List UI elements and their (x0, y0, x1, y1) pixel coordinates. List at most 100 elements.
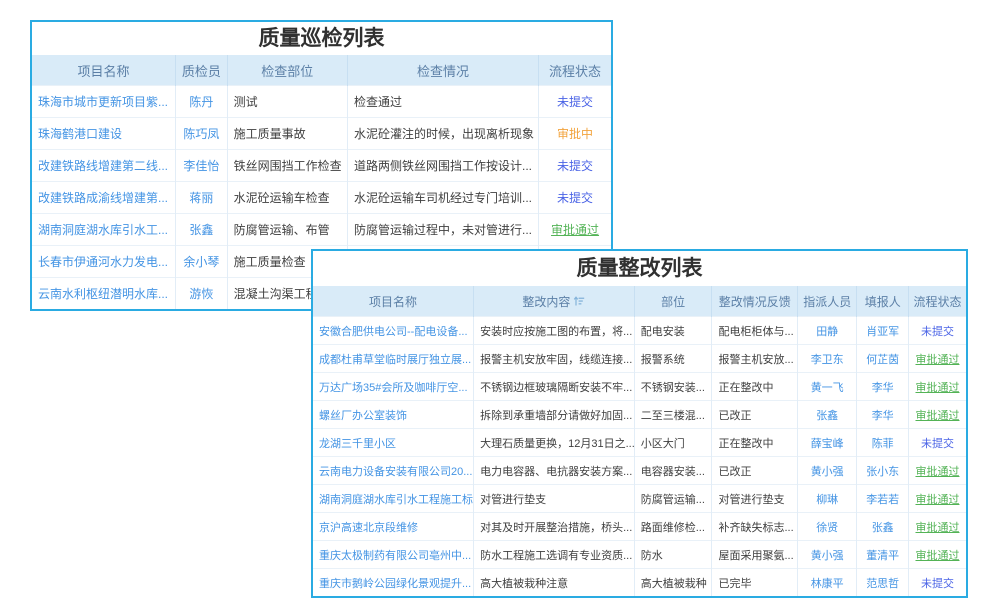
column-header-label: 流程状态 (549, 64, 601, 79)
assignee-link[interactable]: 黄小强 (811, 466, 844, 478)
project-link[interactable]: 成都杜甫草堂临时展厅独立展... (319, 354, 471, 366)
table-cell-status: 审批通过 (908, 513, 966, 541)
status-text[interactable]: 审批通过 (915, 382, 959, 394)
assignee-link[interactable]: 黄一飞 (811, 382, 844, 394)
part-text: 路面维修检... (641, 522, 705, 534)
part-text: 防腐管运输、布管 (234, 223, 330, 237)
table-cell-project: 湖南洞庭湖水库引水工... (32, 214, 176, 246)
table-row: 京沪高速北京段维修对其及时开展整治措施，桥头...路面维修检...补齐缺失标志.… (313, 513, 966, 541)
rectification-table: 项目名称整改内容部位整改情况反馈指派人员填报人流程状态 安徽合肥供电公司--配电… (313, 286, 966, 596)
sort-icon[interactable] (573, 295, 585, 307)
assignee-link[interactable]: 薛宝峰 (811, 438, 844, 450)
table-cell-status: 审批通过 (908, 457, 966, 485)
status-text[interactable]: 审批通过 (915, 466, 959, 478)
table-cell-status: 未提交 (908, 317, 966, 345)
column-header-inspector: 质检员 (176, 55, 228, 86)
reporter-link[interactable]: 董清平 (866, 550, 899, 562)
reporter-link[interactable]: 陈菲 (872, 438, 894, 450)
table-cell-reporter: 肖亚军 (857, 317, 909, 345)
project-link[interactable]: 安徽合肥供电公司--配电设备... (319, 326, 468, 338)
reporter-link[interactable]: 李华 (872, 382, 894, 394)
content-text: 报警主机安放牢固，线缆连接... (480, 354, 632, 366)
feedback-text: 正在整改中 (718, 438, 773, 450)
inspector-link[interactable]: 蒋丽 (189, 191, 213, 205)
table-cell-project: 云南水利枢纽潜明水库... (32, 278, 176, 310)
project-link[interactable]: 长春市伊通河水力发电... (38, 255, 168, 269)
column-header-status: 流程状态 (908, 286, 966, 317)
project-link[interactable]: 重庆太极制药有限公司亳州中... (319, 550, 471, 562)
table-cell-feedback: 对管进行垫支 (712, 485, 798, 513)
assignee-link[interactable]: 张鑫 (816, 410, 838, 422)
table-row: 螺丝厂办公室装饰拆除到承重墙部分请做好加固...二至三楼混...已改正张鑫李华审… (313, 401, 966, 429)
column-header-part: 检查部位 (227, 55, 347, 86)
status-text: 未提交 (557, 95, 593, 109)
assignee-link[interactable]: 李卫东 (811, 354, 844, 366)
status-text[interactable]: 审批通过 (915, 354, 959, 366)
project-link[interactable]: 京沪高速北京段维修 (319, 522, 418, 534)
inspection-table-header: 项目名称质检员检查部位检查情况流程状态 (32, 55, 611, 86)
status-text[interactable]: 审批通过 (915, 550, 959, 562)
assignee-link[interactable]: 徐贤 (816, 522, 838, 534)
reporter-link[interactable]: 张小东 (866, 466, 899, 478)
table-cell-status: 审批通过 (539, 214, 611, 246)
project-link[interactable]: 改建铁路线增建第二线... (38, 159, 168, 173)
inspector-link[interactable]: 陈丹 (189, 95, 213, 109)
inspector-link[interactable]: 陈巧凤 (183, 127, 219, 141)
project-link[interactable]: 云南水利枢纽潜明水库... (38, 287, 168, 301)
table-cell-content: 大理石质量更换，12月31日之... (474, 429, 635, 457)
feedback-text: 补齐缺失标志... (718, 522, 793, 534)
table-cell-situation: 防腐管运输过程中，未对管进行... (348, 214, 539, 246)
situation-text: 检查通过 (354, 95, 402, 109)
header-row: 项目名称整改内容部位整改情况反馈指派人员填报人流程状态 (313, 286, 966, 317)
reporter-link[interactable]: 肖亚军 (866, 326, 899, 338)
inspector-link[interactable]: 余小琴 (183, 255, 219, 269)
project-link[interactable]: 云南电力设备安装有限公司20... (319, 466, 472, 478)
inspector-link[interactable]: 李佳怡 (183, 159, 219, 173)
project-link[interactable]: 龙湖三千里小区 (319, 438, 396, 450)
project-link[interactable]: 重庆市鹅岭公园绿化景观提升... (319, 578, 471, 590)
project-link[interactable]: 湖南洞庭湖水库引水工程施工标 (319, 494, 473, 506)
table-cell-assignee: 黄一飞 (797, 373, 856, 401)
table-cell-content: 不锈钢边框玻璃隔断安装不牢... (474, 373, 635, 401)
column-header-label: 填报人 (865, 295, 901, 309)
table-row: 安徽合肥供电公司--配电设备...安装时应按施工图的布置，将...配电安装配电柜… (313, 317, 966, 345)
content-text: 防水工程施工选调有专业资质... (480, 550, 632, 562)
column-header-status: 流程状态 (539, 55, 611, 86)
reporter-link[interactable]: 张鑫 (872, 522, 894, 534)
table-cell-part: 水泥砼运输车检查 (227, 182, 347, 214)
status-text[interactable]: 审批通过 (915, 494, 959, 506)
table-cell-content: 安装时应按施工图的布置，将... (474, 317, 635, 345)
project-link[interactable]: 珠海鹤港口建设 (38, 127, 122, 141)
status-text[interactable]: 审批通过 (915, 410, 959, 422)
content-text: 高大植被栽种注意 (480, 578, 568, 590)
project-link[interactable]: 万达广场35#会所及咖啡厅空... (319, 382, 468, 394)
project-link[interactable]: 珠海市城市更新项目紫... (38, 95, 168, 109)
table-cell-status: 审批通过 (908, 485, 966, 513)
project-link[interactable]: 螺丝厂办公室装饰 (319, 410, 407, 422)
column-header-project: 项目名称 (32, 55, 176, 86)
feedback-text: 已完毕 (718, 578, 751, 590)
reporter-link[interactable]: 范思哲 (866, 578, 899, 590)
table-cell-content: 电力电容器、电抗器安装方案... (474, 457, 635, 485)
table-cell-inspector: 李佳怡 (176, 150, 228, 182)
assignee-link[interactable]: 柳琳 (816, 494, 838, 506)
inspector-link[interactable]: 张鑫 (189, 223, 213, 237)
table-cell-part: 二至三楼混... (634, 401, 712, 429)
status-text[interactable]: 审批通过 (551, 223, 599, 237)
inspector-link[interactable]: 游恢 (189, 287, 213, 301)
table-row: 万达广场35#会所及咖啡厅空...不锈钢边框玻璃隔断安装不牢...不锈钢安装..… (313, 373, 966, 401)
column-header-reporter: 填报人 (857, 286, 909, 317)
status-text[interactable]: 审批通过 (915, 522, 959, 534)
reporter-link[interactable]: 李若若 (866, 494, 899, 506)
project-link[interactable]: 改建铁路成渝线增建第... (38, 191, 168, 205)
project-link[interactable]: 湖南洞庭湖水库引水工... (38, 223, 168, 237)
reporter-link[interactable]: 何芷茵 (866, 354, 899, 366)
table-cell-assignee: 田静 (797, 317, 856, 345)
content-text: 对管进行垫支 (480, 494, 546, 506)
column-header-label: 整改内容 (522, 295, 570, 309)
assignee-link[interactable]: 黄小强 (811, 550, 844, 562)
assignee-link[interactable]: 田静 (816, 326, 838, 338)
assignee-link[interactable]: 林康平 (811, 578, 844, 590)
reporter-link[interactable]: 李华 (872, 410, 894, 422)
table-cell-feedback: 配电柜柜体与... (712, 317, 798, 345)
